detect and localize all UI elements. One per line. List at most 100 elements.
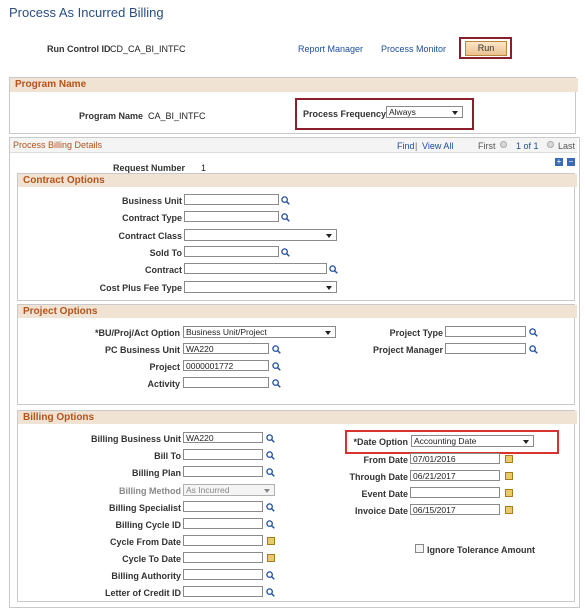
contract-type-label: Contract Type <box>122 213 182 223</box>
cycle-from-date-label: Cycle From Date <box>109 537 181 547</box>
contract-type-input[interactable] <box>184 211 279 222</box>
run-control-value: CD_CA_BI_INTFC <box>110 44 186 54</box>
process-frequency-select[interactable]: Always <box>386 106 463 118</box>
from-date-label: From Date <box>363 455 408 465</box>
search-icon[interactable] <box>266 434 275 445</box>
project-label: Project <box>149 362 180 372</box>
view-all-link[interactable]: View All <box>422 141 453 151</box>
search-icon[interactable] <box>281 248 290 259</box>
next-icon[interactable] <box>547 141 554 148</box>
process-monitor-link[interactable]: Process Monitor <box>381 44 446 54</box>
request-number-label: Request Number <box>113 163 186 173</box>
first-link[interactable]: First <box>478 141 496 151</box>
add-row-icon[interactable]: + <box>555 158 563 166</box>
cycle-to-date-label: Cycle To Date <box>122 554 181 564</box>
search-icon[interactable] <box>266 503 275 514</box>
contract-input[interactable] <box>184 263 327 274</box>
bu-proj-act-select[interactable]: Business Unit/Project <box>183 326 336 338</box>
search-icon[interactable] <box>272 379 281 390</box>
bill-to-label: Bill To <box>154 451 181 461</box>
billing-cycle-id-input[interactable] <box>183 518 263 529</box>
project-input[interactable]: 0000001772 <box>183 360 269 371</box>
sold-to-label: Sold To <box>149 248 182 258</box>
contract-class-select[interactable] <box>184 229 337 241</box>
invoice-date-label: Invoice Date <box>354 506 408 516</box>
activity-input[interactable] <box>183 377 269 388</box>
chevron-down-icon <box>326 286 332 290</box>
program-name-label: Program Name <box>79 111 144 121</box>
pc-business-unit-label: PC Business Unit <box>104 345 180 355</box>
bu-proj-act-label: *BU/Proj/Act Option <box>95 328 180 338</box>
pc-business-unit-input[interactable]: WA220 <box>183 343 269 354</box>
calendar-icon[interactable] <box>505 506 513 514</box>
from-date-input[interactable]: 07/01/2016 <box>410 453 500 464</box>
chevron-down-icon <box>523 440 529 444</box>
run-button[interactable]: Run <box>465 41 507 56</box>
calendar-icon[interactable] <box>505 472 513 480</box>
search-icon[interactable] <box>266 571 275 582</box>
calendar-icon[interactable] <box>267 537 275 545</box>
run-control-label: Run Control ID <box>47 44 111 54</box>
pager-text: 1 of 1 <box>516 141 539 151</box>
contract-label: Contract <box>144 265 182 275</box>
find-link[interactable]: Find <box>397 141 415 151</box>
contract-options-header: Contract Options <box>18 174 577 187</box>
last-link[interactable]: Last <box>558 141 575 151</box>
search-icon[interactable] <box>281 213 290 224</box>
search-icon[interactable] <box>266 468 275 479</box>
ignore-tolerance-label: Ignore Tolerance Amount <box>427 545 536 555</box>
billing-plan-label: Billing Plan <box>131 468 181 478</box>
search-icon[interactable] <box>529 345 538 356</box>
sold-to-input[interactable] <box>184 246 279 257</box>
billing-plan-input[interactable] <box>183 466 263 477</box>
billing-specialist-input[interactable] <box>183 501 263 512</box>
chevron-down-icon <box>325 331 331 335</box>
separator: | <box>415 141 418 151</box>
date-option-label: *Date Option <box>353 437 408 447</box>
chevron-down-icon <box>264 489 270 493</box>
previous-icon[interactable] <box>500 141 507 148</box>
report-manager-link[interactable]: Report Manager <box>298 44 363 54</box>
invoice-date-input[interactable]: 06/15/2017 <box>410 504 500 515</box>
billing-method-select: As Incurred <box>183 484 275 496</box>
ignore-tolerance-checkbox[interactable] <box>415 544 424 553</box>
through-date-input[interactable]: 06/21/2017 <box>410 470 500 481</box>
billing-details-title: Process Billing Details <box>13 140 103 150</box>
calendar-icon[interactable] <box>267 554 275 562</box>
cost-plus-fee-label: Cost Plus Fee Type <box>99 283 182 293</box>
search-icon[interactable] <box>272 362 281 373</box>
billing-bu-input[interactable]: WA220 <box>183 432 263 443</box>
calendar-icon[interactable] <box>505 489 513 497</box>
search-icon[interactable] <box>529 328 538 339</box>
cycle-from-date-input[interactable] <box>183 535 263 546</box>
cost-plus-fee-select[interactable] <box>184 281 337 293</box>
bill-to-input[interactable] <box>183 449 263 460</box>
search-icon[interactable] <box>329 265 338 276</box>
billing-authority-input[interactable] <box>183 569 263 580</box>
billing-method-label: Billing Method <box>119 486 181 496</box>
cycle-to-date-input[interactable] <box>183 552 263 563</box>
process-frequency-label: Process Frequency <box>303 109 387 119</box>
search-icon[interactable] <box>272 345 281 356</box>
chevron-down-icon <box>326 234 332 238</box>
event-date-label: Event Date <box>361 489 408 499</box>
project-type-input[interactable] <box>445 326 526 337</box>
project-manager-input[interactable] <box>445 343 526 354</box>
billing-cycle-id-label: Billing Cycle ID <box>115 520 181 530</box>
event-date-input[interactable] <box>410 487 500 498</box>
billing-specialist-label: Billing Specialist <box>108 503 181 513</box>
search-icon[interactable] <box>281 196 290 207</box>
search-icon[interactable] <box>266 588 275 599</box>
project-manager-label: Project Manager <box>372 345 443 355</box>
delete-row-icon[interactable]: − <box>567 158 575 166</box>
search-icon[interactable] <box>266 520 275 531</box>
project-options-header: Project Options <box>18 305 577 318</box>
calendar-icon[interactable] <box>505 455 513 463</box>
letter-of-credit-input[interactable] <box>183 586 263 597</box>
date-option-select[interactable]: Accounting Date <box>411 435 534 447</box>
program-name-value: CA_BI_INTFC <box>148 111 206 121</box>
business-unit-input[interactable] <box>184 194 279 205</box>
letter-of-credit-label: Letter of Credit ID <box>104 588 181 598</box>
search-icon[interactable] <box>266 451 275 462</box>
page-title: Process As Incurred Billing <box>9 5 164 20</box>
